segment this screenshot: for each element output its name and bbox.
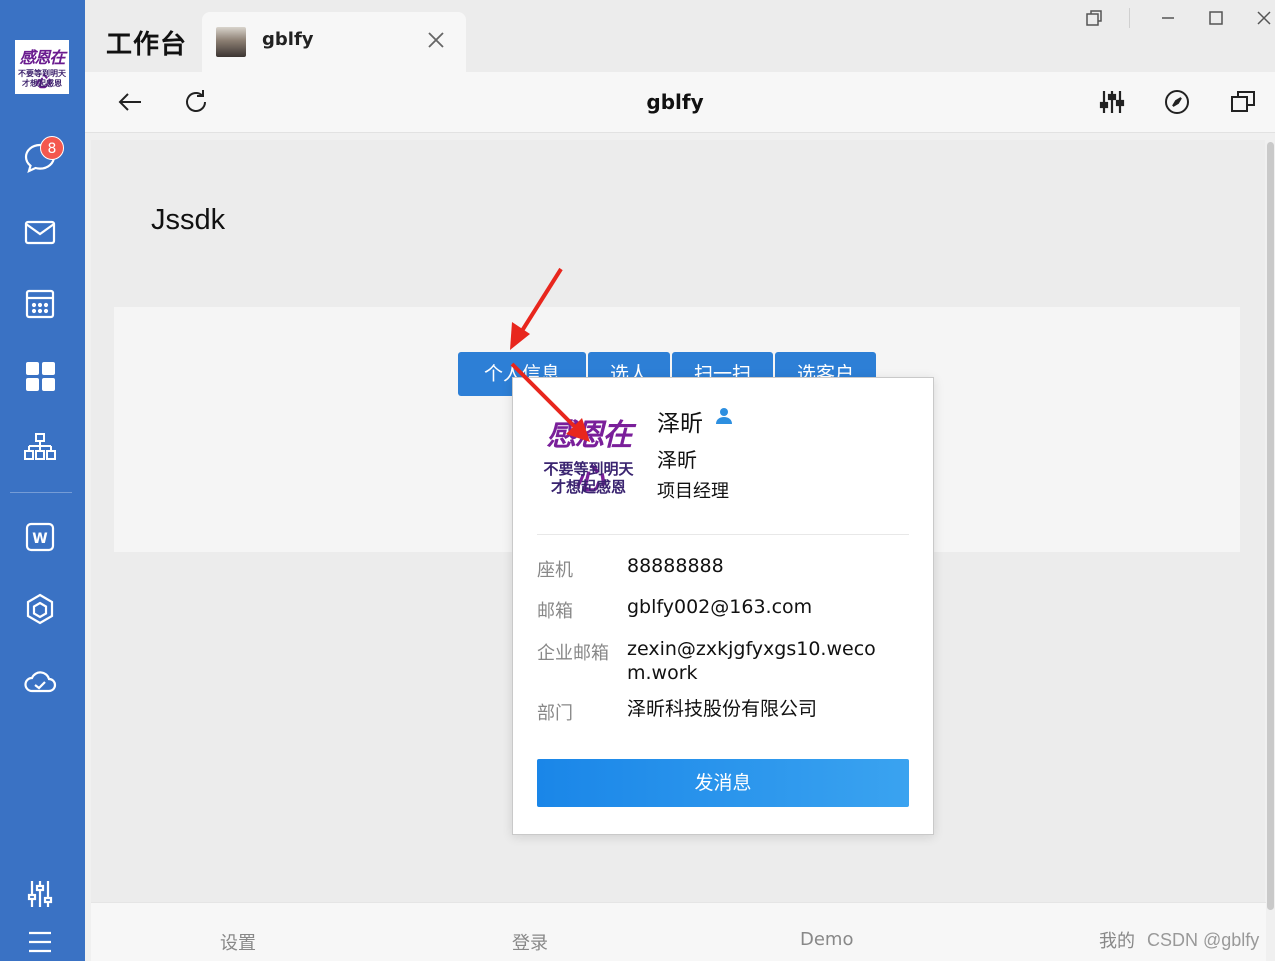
landline-value[interactable]: 88888888 [627, 554, 897, 578]
mail-icon[interactable] [20, 212, 60, 252]
page-title: gblfy [646, 90, 704, 114]
send-message-button[interactable]: 发消息 [537, 759, 909, 807]
tab-mine[interactable]: 我的 [1099, 927, 1135, 953]
email-value[interactable]: gblfy002@163.com [627, 595, 897, 619]
corp-email-label: 企业邮箱 [537, 643, 609, 664]
cloud-icon[interactable] [20, 661, 60, 701]
calendar-icon[interactable] [20, 284, 60, 324]
scrollbar-thumb[interactable] [1267, 142, 1274, 910]
corp-email-value[interactable]: zexin@zxkjgfyxgs10.wecom.work [627, 637, 889, 685]
close-icon[interactable] [424, 28, 448, 52]
department-value: 泽昕科技股份有限公司 [627, 698, 818, 720]
word-doc-icon[interactable]: W [20, 517, 60, 557]
profile-alias: 泽昕 [657, 448, 697, 472]
profile-card-popup: 感恩在心 不要等到明天 才想起感恩 泽昕 泽昕 项目经理 座机 88888888… [512, 377, 934, 835]
tab-gblfy[interactable]: gblfy [202, 12, 466, 72]
navigation-bar: gblfy [85, 72, 1275, 133]
tab-label: gblfy [262, 29, 314, 50]
profile-position: 项目经理 [657, 481, 729, 502]
profile-divider [537, 534, 909, 535]
email-label: 邮箱 [537, 601, 573, 622]
title-bar: 工作台 gblfy [85, 0, 1275, 72]
sidebar-divider [10, 492, 72, 493]
maximize-icon[interactable] [1204, 6, 1228, 30]
landline-label: 座机 [537, 560, 573, 581]
workbench-icon[interactable] [20, 356, 60, 396]
tab-settings[interactable]: 设置 [220, 929, 256, 955]
tab-demo[interactable]: Demo [800, 929, 853, 950]
compass-icon[interactable] [1161, 86, 1193, 118]
page-heading: Jssdk [151, 204, 226, 236]
svg-text:W: W [32, 531, 47, 547]
minimize-icon[interactable] [1156, 6, 1180, 30]
settings-sliders-icon[interactable] [20, 874, 60, 914]
left-sidebar: 感恩在心 不要等到明天 才想起感恩 8 W [0, 0, 85, 961]
profile-avatar-text-bottom: 不要等到明天 才想起感恩 [543, 460, 634, 496]
app-title: 工作台 [106, 30, 188, 60]
menu-icon[interactable] [20, 922, 60, 961]
profile-avatar: 感恩在心 不要等到明天 才想起感恩 [537, 402, 640, 504]
tab-avatar [216, 27, 246, 57]
tune-sliders-icon[interactable] [1096, 86, 1128, 118]
user-avatar[interactable]: 感恩在心 不要等到明天 才想起感恩 [15, 40, 69, 94]
tab-login[interactable]: 登录 [512, 929, 548, 955]
window-close-icon[interactable] [1252, 6, 1275, 30]
profile-name: 泽昕 [657, 411, 703, 437]
cube-icon[interactable] [20, 589, 60, 629]
vertical-scrollbar[interactable] [1266, 140, 1275, 912]
department-label: 部门 [537, 703, 573, 724]
avatar-text-bottom: 不要等到明天 才想起感恩 [18, 68, 66, 88]
bottom-tab-bar: 设置 登录 Demo 我的 [91, 902, 1266, 961]
window-controls-separator [1129, 8, 1130, 28]
org-chart-icon[interactable] [20, 428, 60, 468]
open-in-window-icon[interactable] [1227, 86, 1259, 118]
unread-badge: 8 [40, 136, 64, 160]
csdn-watermark: CSDN @gblfy [1147, 930, 1260, 950]
pin-window-icon[interactable] [1082, 6, 1106, 30]
person-icon [714, 406, 734, 426]
